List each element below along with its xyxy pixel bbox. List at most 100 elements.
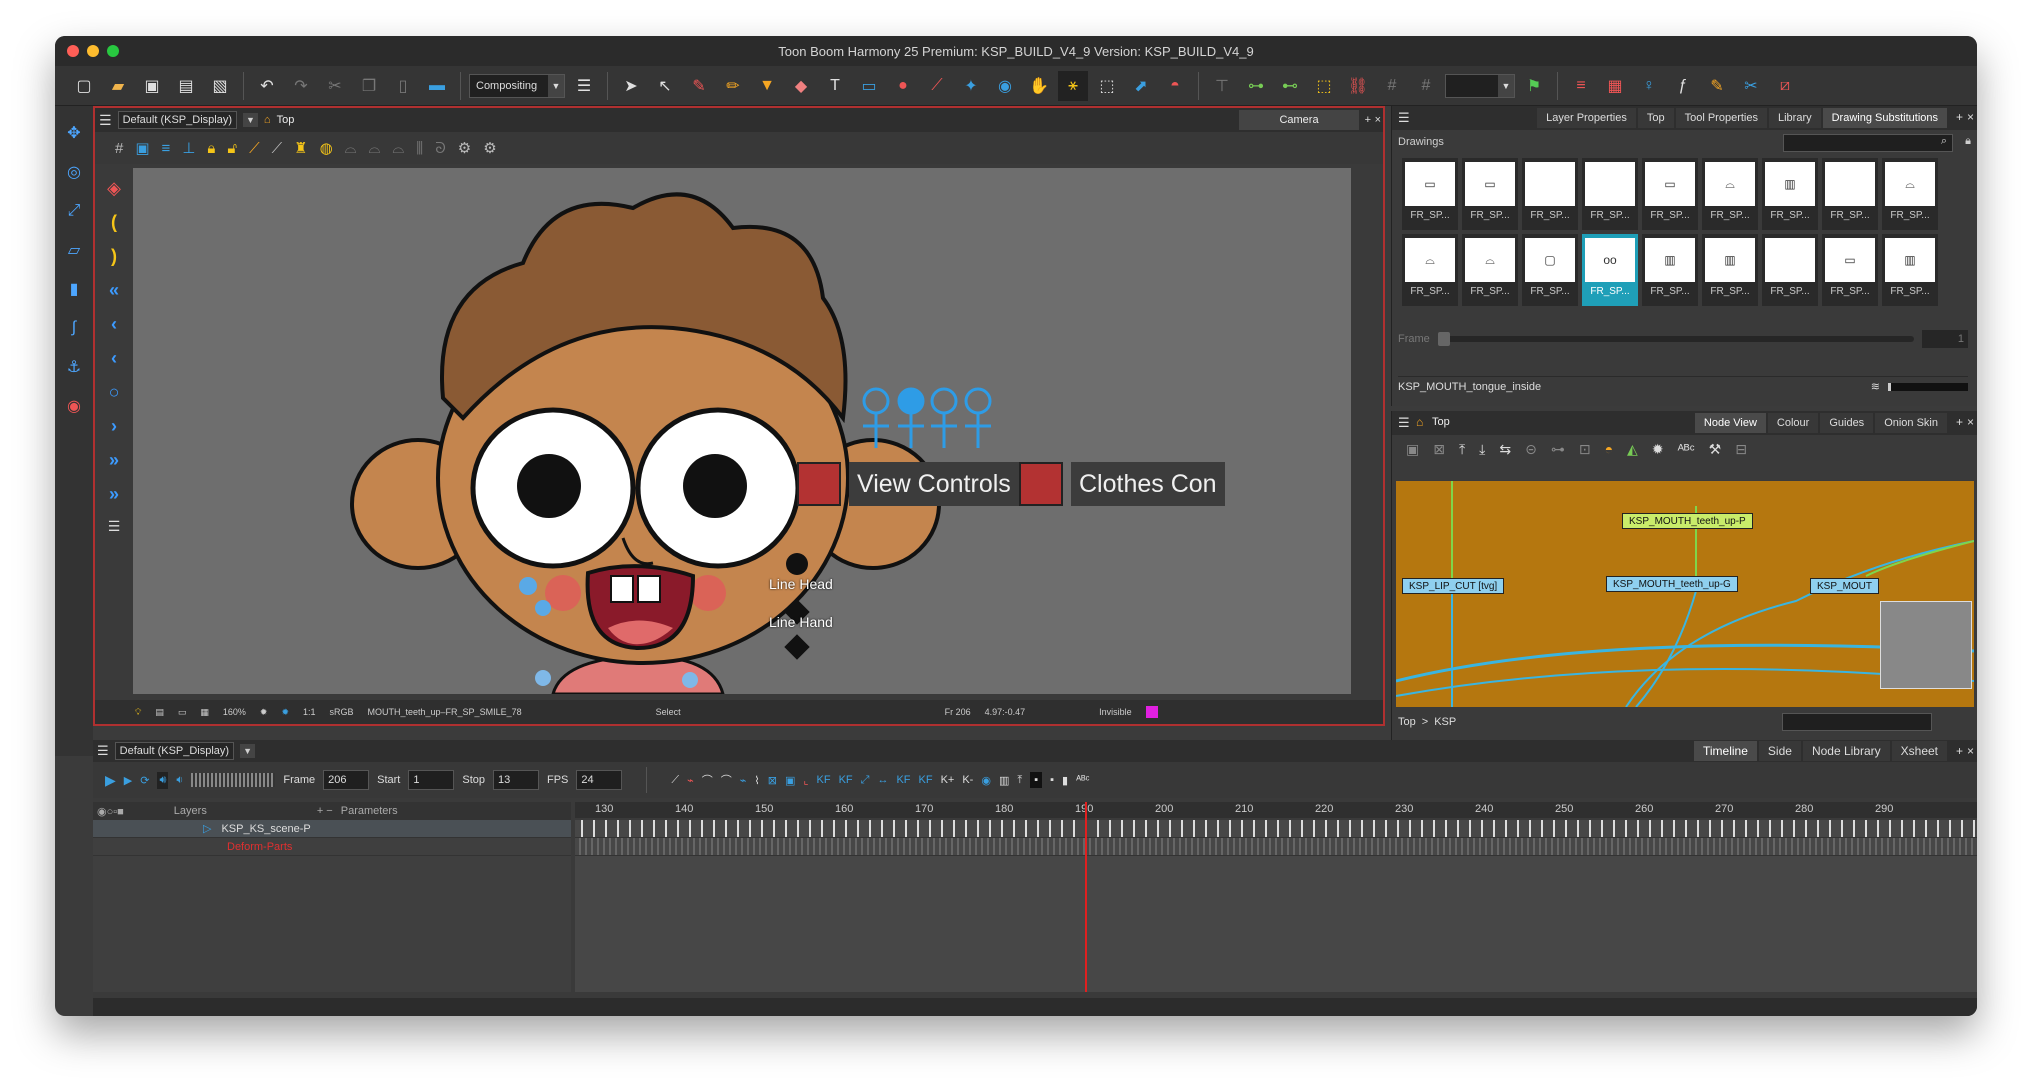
node-lip-cut[interactable]: KSP_LIP_CUT [tvg] xyxy=(1402,578,1505,594)
export-icon[interactable]: ▧ xyxy=(205,71,235,101)
k-minus-icon[interactable]: K- xyxy=(962,774,973,786)
render-icon[interactable]: ▬ xyxy=(422,71,452,101)
circle-icon[interactable]: ○ xyxy=(109,382,120,403)
tab-tool-properties[interactable]: Tool Properties xyxy=(1675,108,1767,128)
chevron-down-icon[interactable]: ▼ xyxy=(240,744,256,758)
prev-icon[interactable]: ‹ xyxy=(111,314,117,335)
node-tool-icon[interactable]: ⊝ xyxy=(1525,441,1537,458)
tab-timeline[interactable]: Timeline xyxy=(1694,741,1757,761)
keyframe-add-icon[interactable]: ⌁ xyxy=(687,774,694,787)
frame-icon[interactable]: ⬚ xyxy=(1309,71,1339,101)
grid-icon[interactable]: ▦ xyxy=(200,707,209,718)
copy-cell-icon[interactable]: ▣ xyxy=(785,774,795,787)
frame-icon[interactable]: ▭ xyxy=(178,707,187,718)
workspace-select[interactable]: Compositing ▼ xyxy=(469,73,565,98)
node-mouth-teeth-up-g[interactable]: KSP_MOUTH_teeth_up-G xyxy=(1606,576,1738,592)
ground-icon[interactable]: ≡ xyxy=(162,140,171,157)
drawing-cell[interactable]: ⌓ FR_SP... xyxy=(1882,158,1938,230)
k-plus-icon[interactable]: K+ xyxy=(941,774,955,786)
menu-icon[interactable]: ☰ xyxy=(97,743,109,759)
add-layer-icon[interactable]: + − xyxy=(317,805,333,817)
drawing-cell[interactable]: FR_SP... xyxy=(1582,158,1638,230)
tab-onion-skin[interactable]: Onion Skin xyxy=(1875,413,1947,433)
node-tool-icon[interactable]: ⤓ xyxy=(1479,441,1485,458)
tab-top[interactable]: Top xyxy=(1637,108,1674,128)
tab-guides[interactable]: Guides xyxy=(1820,413,1874,433)
home-icon[interactable]: ⌂ xyxy=(264,114,271,126)
pivot-icon[interactable]: ✦ xyxy=(956,71,986,101)
extend-icon[interactable]: ⌞ xyxy=(803,774,808,787)
node-tool-icon[interactable]: ⊟ xyxy=(1735,441,1747,458)
menu-icon[interactable]: ☰ xyxy=(1398,110,1410,126)
grid-icon[interactable]: # xyxy=(115,140,123,157)
save-icon[interactable]: ▣ xyxy=(137,71,167,101)
reshape-icon[interactable]: ⫼ xyxy=(416,140,423,157)
copy-icon[interactable]: ❐ xyxy=(354,71,384,101)
add-tab-icon[interactable]: + xyxy=(1956,415,1963,429)
eraser-icon[interactable]: ◆ xyxy=(786,71,816,101)
grid-alt-icon[interactable]: # xyxy=(1411,71,1441,101)
move-icon[interactable]: ✥ xyxy=(62,118,86,148)
close-icon[interactable]: × xyxy=(1375,114,1381,126)
slider-handle[interactable] xyxy=(1437,332,1450,346)
clothes-controls-toggle[interactable] xyxy=(1019,462,1063,506)
kf-prev-icon[interactable]: KF xyxy=(896,774,910,786)
drawing-cell[interactable]: ⌓ FR_SP... xyxy=(1402,234,1458,306)
drawing-cell[interactable]: ▭ FR_SP... xyxy=(1642,158,1698,230)
mirror-icon[interactable]: ⌓ xyxy=(392,140,404,157)
node-add-icon[interactable]: ⊶ xyxy=(1241,71,1271,101)
node-tool-icon[interactable]: ⤒ xyxy=(1459,441,1465,458)
drawing-cell[interactable]: FR_SP... xyxy=(1822,158,1878,230)
hold-icon[interactable]: ↔ xyxy=(877,774,888,786)
settings-icon[interactable]: ⚙ xyxy=(483,139,496,157)
figure-icon[interactable]: ♀ xyxy=(1634,71,1664,101)
frame-ruler[interactable]: 1301401501601701801902002102202302402502… xyxy=(575,802,1977,818)
bulb-icon[interactable]: ◍ xyxy=(320,139,333,157)
cells-area[interactable] xyxy=(575,802,1977,992)
cell-row[interactable] xyxy=(575,820,1977,838)
stack-icon[interactable]: ≋ xyxy=(1871,380,1880,393)
paste-icon[interactable]: ▯ xyxy=(388,71,418,101)
smooth-icon[interactable]: ᘐ xyxy=(435,140,446,157)
spline-icon[interactable]: ∫ xyxy=(62,313,86,343)
forward-icon[interactable]: » xyxy=(109,450,119,471)
layer-row[interactable]: ▷ KSP_KS_scene-P xyxy=(93,820,571,838)
node-tool-icon[interactable]: ✹ xyxy=(1652,441,1664,458)
tab-node-library[interactable]: Node Library xyxy=(1802,741,1890,761)
cell-row[interactable] xyxy=(575,838,1977,856)
zoom-icon[interactable]: ◉ xyxy=(990,71,1020,101)
home-icon[interactable]: ⌂ xyxy=(1416,415,1423,429)
view-controls-button[interactable]: View Controls xyxy=(849,462,1019,506)
light-icon[interactable]: ♜ xyxy=(294,139,307,157)
eye-icon[interactable]: ◉○▫■ xyxy=(97,805,124,818)
onion-icon[interactable]: ◓ xyxy=(1160,71,1190,101)
playback-speed-slider[interactable] xyxy=(191,773,276,787)
align-icon[interactable]: ⊥ xyxy=(182,139,195,157)
drawing-cell[interactable]: ▥ FR_SP... xyxy=(1702,234,1758,306)
lock-icon[interactable]: 🔒︎ xyxy=(207,140,215,157)
close-window-button[interactable] xyxy=(67,45,79,57)
expand-icon[interactable]: ▷ xyxy=(203,822,211,835)
tab-node-view[interactable]: Node View xyxy=(1694,413,1766,433)
add-tab-icon[interactable]: + xyxy=(1956,744,1963,758)
tab-xsheet[interactable]: Xsheet xyxy=(1891,741,1947,761)
anchor-icon[interactable]: ⚓ xyxy=(62,352,86,382)
opacity-bar[interactable] xyxy=(1888,382,1968,391)
text-icon[interactable]: T xyxy=(820,71,850,101)
gear-icon[interactable]: ✹ xyxy=(260,707,268,718)
dropper-icon[interactable]: ⟋ xyxy=(922,71,952,101)
pencil-icon[interactable]: ✏ xyxy=(718,71,748,101)
flag-icon[interactable]: ⚑ xyxy=(1519,71,1549,101)
node-navigator[interactable] xyxy=(1880,601,1972,689)
kf-icon[interactable]: KF xyxy=(817,774,831,786)
frame-input[interactable]: 206 xyxy=(323,770,370,790)
timeline-view-select[interactable]: Default (KSP_Display) xyxy=(114,742,235,760)
node-canvas[interactable]: KSP_MOUTH_teeth_up-P KSP_LIP_CUT [tvg] K… xyxy=(1396,481,1974,707)
rectangle-icon[interactable]: ▭ xyxy=(854,71,884,101)
back-icon[interactable]: ‹ xyxy=(111,348,117,369)
minimize-window-button[interactable] xyxy=(87,45,99,57)
keyframe-icon[interactable]: ◈ xyxy=(107,178,121,199)
node-tool-icon[interactable]: ⇆ xyxy=(1499,441,1511,458)
label-icon[interactable]: ᴬᴮᶜ xyxy=(1076,774,1089,786)
fast-forward-icon[interactable]: » xyxy=(109,484,119,505)
